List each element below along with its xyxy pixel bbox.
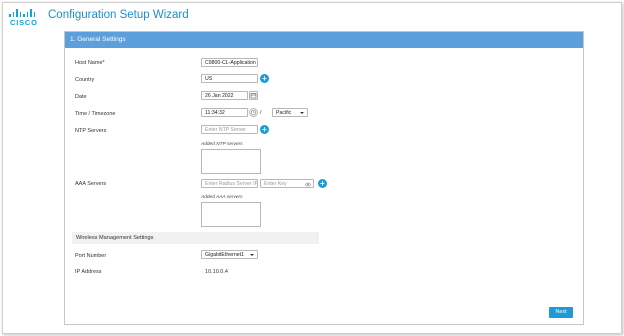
- port-number-select[interactable]: GigabitEthernet1: [201, 250, 258, 259]
- country-label: Country: [75, 77, 95, 83]
- cisco-logo: CISCO: [9, 9, 37, 27]
- port-number-value: GigabitEthernet1: [205, 252, 244, 258]
- add-ntp-server-plus-icon[interactable]: +: [260, 125, 269, 134]
- wireless-management-section-header: Wireless Management Settings: [72, 232, 319, 244]
- cisco-logo-bars-icon: [9, 9, 37, 17]
- aaa-servers-list[interactable]: [201, 202, 261, 227]
- timezone-select[interactable]: Pacific: [272, 108, 308, 117]
- ntp-servers-list[interactable]: [201, 149, 261, 174]
- radius-key-input[interactable]: Enter Key: [260, 179, 314, 188]
- aaa-servers-label: AAA Servers: [75, 181, 107, 187]
- time-separator: /: [260, 110, 262, 116]
- app-window: CISCO Configuration Setup Wizard 1. Gene…: [2, 2, 622, 334]
- page-title: Configuration Setup Wizard: [48, 9, 189, 21]
- date-label: Date: [75, 94, 87, 100]
- time-timezone-label: Time / Timezone: [75, 111, 116, 117]
- ip-address-value: 10.10.0.4: [205, 269, 228, 275]
- radius-server-ip-input[interactable]: Enter Radius Server IP: [201, 179, 258, 188]
- host-name-label: Host Name*: [75, 60, 105, 66]
- panel-header: 1. General Settings: [65, 32, 583, 48]
- calendar-icon[interactable]: [249, 91, 258, 100]
- cisco-wordmark: CISCO: [10, 18, 38, 27]
- next-button[interactable]: Next: [549, 307, 573, 318]
- ntp-servers-label: NTP Servers: [75, 128, 107, 134]
- add-aaa-server-plus-icon[interactable]: +: [318, 179, 327, 188]
- wireless-section-title: Wireless Management Settings: [76, 235, 154, 241]
- date-input[interactable]: 26 Jan 2022: [201, 91, 248, 100]
- country-input[interactable]: US: [201, 74, 258, 83]
- chevron-down-icon: [250, 254, 254, 256]
- ip-address-label: IP Address: [75, 269, 102, 275]
- ntp-server-input[interactable]: Enter NTP Server: [201, 125, 258, 134]
- port-number-label: Port Number: [75, 253, 107, 259]
- added-aaa-servers-label: Added AAA servers: [201, 195, 243, 200]
- chevron-down-icon: [300, 112, 304, 114]
- radius-key-placeholder: Enter Key: [264, 181, 287, 187]
- host-name-input[interactable]: C9800-CL-Application: [201, 58, 258, 67]
- panel-title: 1. General Settings: [70, 36, 126, 43]
- added-ntp-servers-label: Added NTP servers: [201, 142, 243, 147]
- time-input[interactable]: 11:34:32: [201, 108, 248, 117]
- clock-icon[interactable]: [249, 108, 258, 117]
- general-settings-panel: 1. General Settings Host Name* C9800-CL-…: [64, 31, 584, 325]
- eye-icon[interactable]: [305, 182, 311, 187]
- timezone-value: Pacific: [276, 110, 292, 116]
- add-country-plus-icon[interactable]: +: [260, 74, 269, 83]
